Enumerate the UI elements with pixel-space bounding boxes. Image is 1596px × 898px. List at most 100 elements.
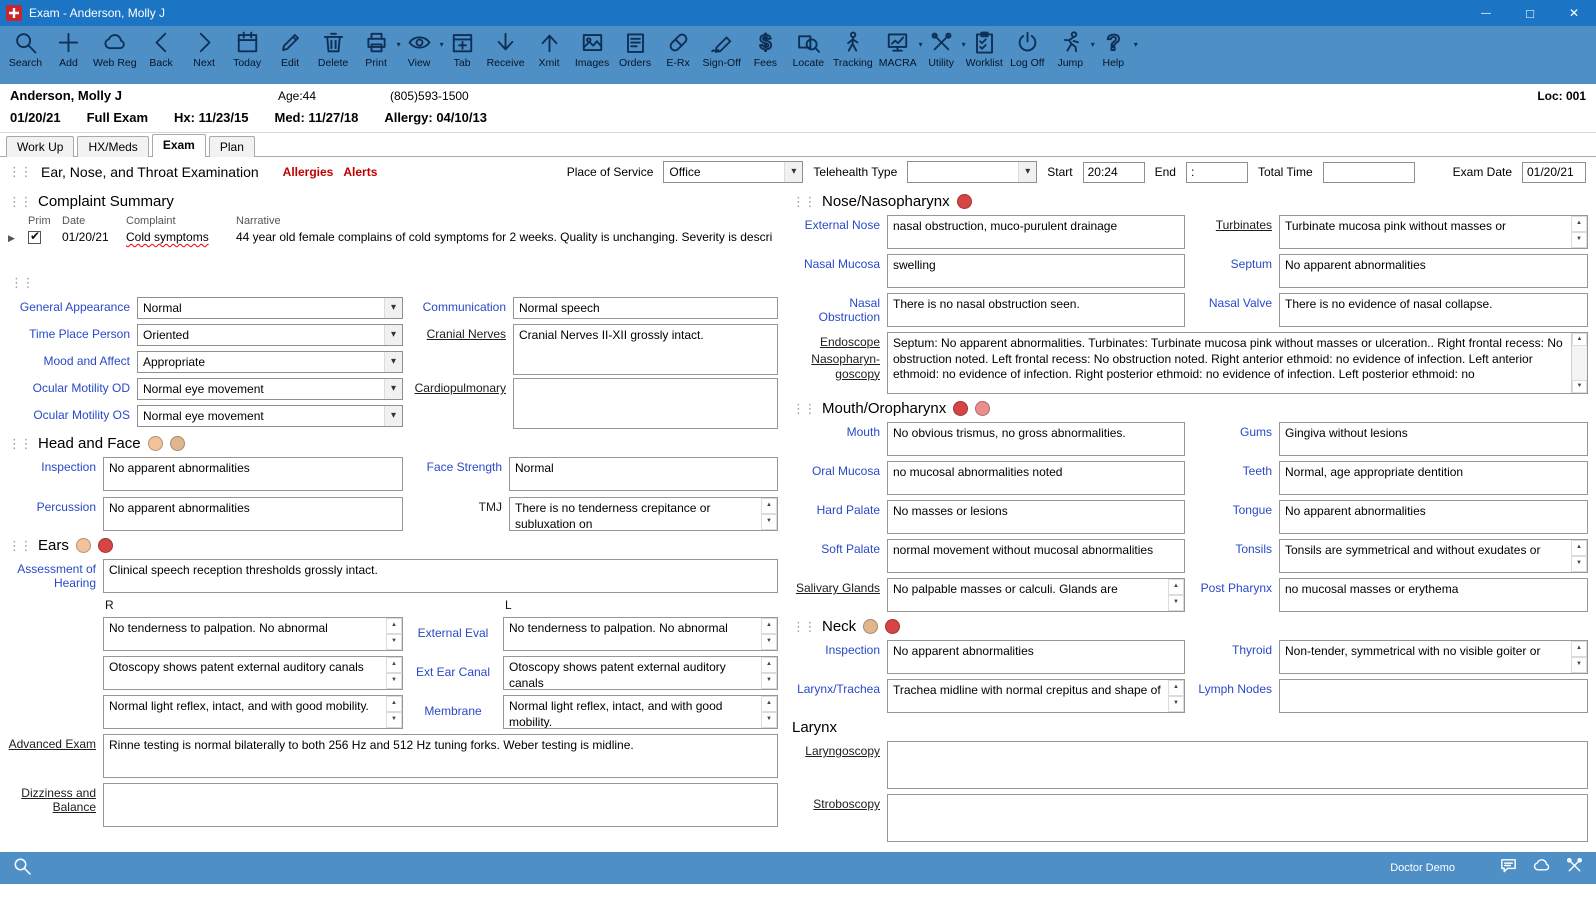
laryngoscopy-label[interactable]: Laryngoscopy (792, 741, 880, 789)
tonsils-field[interactable]: Tonsils are symmetrical and without exud… (1279, 539, 1588, 573)
cardiopulmonary-field[interactable] (513, 378, 778, 429)
cranial-nerves-label[interactable]: Cranial Nerves (410, 324, 506, 348)
toolbar-button-tab[interactable]: Tab (441, 29, 484, 69)
scroll-up-icon[interactable] (1572, 333, 1587, 346)
scroll-down-icon[interactable] (1572, 380, 1587, 393)
place-of-service-select[interactable]: Office (663, 161, 804, 183)
face-strength-field[interactable]: Normal (509, 457, 778, 491)
maximize-button[interactable] (1508, 0, 1552, 26)
tab-plan[interactable]: Plan (208, 136, 255, 157)
statusbar-cloud-button[interactable] (1532, 856, 1551, 880)
drag-handle-icon[interactable] (792, 400, 815, 417)
toolbar-button-erx[interactable]: E-Rx (657, 29, 700, 69)
spinner-icon[interactable] (761, 657, 777, 689)
larynx-trachea-field[interactable]: Trachea midline with normal crepitus and… (887, 679, 1185, 713)
toolbar-button-orders[interactable]: Orders (614, 29, 657, 69)
turbinates-label[interactable]: Turbinates (1192, 215, 1272, 249)
spinner-icon[interactable] (386, 696, 402, 728)
turbinates-field[interactable]: Turbinate mucosa pink without masses or (1279, 215, 1588, 249)
drag-handle-icon[interactable] (8, 164, 31, 180)
ext-ear-canal-right-field[interactable]: Otoscopy shows patent external auditory … (103, 656, 403, 690)
toolbar-button-jump[interactable]: Jump (1049, 29, 1092, 69)
membrane-left-field[interactable]: Normal light reflex, intact, and with go… (503, 695, 778, 729)
external-eval-left-field[interactable]: No tenderness to palpation. No abnormal (503, 617, 778, 651)
oral-mucosa-field[interactable]: no mucosal abnormalities noted (887, 461, 1185, 495)
alerts-link[interactable]: Alerts (343, 165, 377, 179)
external-eval-right-field[interactable]: No tenderness to palpation. No abnormal (103, 617, 403, 651)
toolbar-button-locate[interactable]: Locate (787, 29, 830, 69)
complaint-date-cell[interactable]: 01/20/21 (62, 230, 126, 244)
endoscope-field[interactable]: Septum: No apparent abnormalities. Turbi… (887, 332, 1588, 394)
toolbar-button-web-reg[interactable]: Web Reg (90, 29, 140, 69)
post-pharynx-field[interactable]: no mucosal masses or erythema (1279, 578, 1588, 612)
toolbar-button-log-off[interactable]: Log Off (1006, 29, 1049, 69)
nasal-obstruction-field[interactable]: There is no nasal obstruction seen. (887, 293, 1185, 327)
exam-date-input[interactable]: 01/20/21 (1522, 161, 1586, 183)
narrative-cell[interactable]: 44 year old female complains of cold sym… (236, 230, 778, 244)
toolbar-button-edit[interactable]: Edit (269, 29, 312, 69)
statusbar-message-button[interactable] (1499, 856, 1518, 880)
minimize-button[interactable] (1464, 0, 1508, 26)
spinner-icon[interactable] (1168, 680, 1184, 712)
drag-handle-icon[interactable] (792, 618, 815, 635)
toolbar-button-today[interactable]: Today (226, 29, 269, 69)
spinner-icon[interactable] (386, 618, 402, 650)
endoscope-label[interactable]: Endoscope (792, 332, 880, 349)
mouth-field[interactable]: No obvious trismus, no gross abnormaliti… (887, 422, 1185, 456)
drag-handle-icon[interactable] (8, 193, 31, 210)
septum-field[interactable]: No apparent abnormalities (1279, 254, 1588, 288)
membrane-right-field[interactable]: Normal light reflex, intact, and with go… (103, 695, 403, 729)
gums-field[interactable]: Gingiva without lesions (1279, 422, 1588, 456)
close-button[interactable] (1552, 0, 1596, 26)
toolbar-button-add[interactable]: Add (47, 29, 90, 69)
total-time-input[interactable] (1322, 161, 1415, 183)
toolbar-button-back[interactable]: Back (140, 29, 183, 69)
complaint-cell[interactable]: Cold symptoms (126, 230, 236, 244)
communication-field[interactable]: Normal speech (513, 297, 778, 319)
telehealth-type-select[interactable] (907, 161, 1038, 183)
nasopharyngoscopy-label[interactable]: Nasopharyn-goscopy (792, 349, 880, 381)
drag-handle-ic SegmentedControlon[interactable] (10, 274, 33, 291)
start-time-input[interactable]: 20:24 (1082, 161, 1145, 183)
tab-hx-meds[interactable]: HX/Meds (77, 136, 149, 157)
spinner-icon[interactable] (1571, 216, 1587, 248)
soft-palate-field[interactable]: normal movement without mucosal abnormal… (887, 539, 1185, 573)
toolbar-button-worklist[interactable]: Worklist (963, 29, 1006, 69)
spinner-icon[interactable] (1168, 579, 1184, 611)
salivary-glands-label[interactable]: Salivary Glands (792, 578, 880, 612)
nasal-valve-field[interactable]: There is no evidence of nasal collapse. (1279, 293, 1588, 327)
percussion-field[interactable]: No apparent abnormalities (103, 497, 403, 531)
toolbar-button-macra[interactable]: MACRA (876, 29, 920, 69)
tab-exam[interactable]: Exam (151, 134, 206, 157)
assessment-of-hearing-field[interactable]: Clinical speech reception thresholds gro… (103, 559, 778, 593)
end-time-input[interactable]: : (1185, 161, 1248, 183)
spinner-icon[interactable] (1571, 540, 1587, 572)
tongue-field[interactable]: No apparent abnormalities (1279, 500, 1588, 534)
nasal-mucosa-field[interactable]: swelling (887, 254, 1185, 288)
ocular-motility-os-select[interactable]: Normal eye movement (137, 405, 403, 427)
row-selector-icon[interactable] (8, 230, 28, 244)
laryngoscopy-field[interactable] (887, 741, 1588, 789)
toolbar-button-next[interactable]: Next (183, 29, 226, 69)
spinner-icon[interactable] (761, 498, 777, 530)
toolbar-button-tracking[interactable]: Tracking (830, 29, 876, 69)
ext-ear-canal-left-field[interactable]: Otoscopy shows patent external auditory … (503, 656, 778, 690)
spinner-icon[interactable] (761, 696, 777, 728)
ocular-motility-od-select[interactable]: Normal eye movement (137, 378, 403, 400)
toolbar-button-fees[interactable]: Fees (744, 29, 787, 69)
drag-handle-icon[interactable] (792, 193, 815, 210)
toolbar-button-view[interactable]: View (398, 29, 441, 69)
toolbar-button-xmit[interactable]: Xmit (528, 29, 571, 69)
toolbar-button-sign-off[interactable]: Sign-Off (700, 29, 744, 69)
tmj-field[interactable]: There is no tenderness crepitance or sub… (509, 497, 778, 531)
toolbar-button-help[interactable]: Help (1092, 29, 1135, 69)
lymph-nodes-field[interactable] (1279, 679, 1588, 713)
neck-inspection-field[interactable]: No apparent abnormalities (887, 640, 1185, 674)
toolbar-button-images[interactable]: Images (571, 29, 614, 69)
external-nose-field[interactable]: nasal obstruction, muco-purulent drainag… (887, 215, 1185, 249)
toolbar-button-print[interactable]: Print (355, 29, 398, 69)
drag-handle-icon[interactable] (8, 537, 31, 554)
mood-and-affect-select[interactable]: Appropriate (137, 351, 403, 373)
toolbar-button-receive[interactable]: Receive (484, 29, 528, 69)
spinner-icon[interactable] (386, 657, 402, 689)
